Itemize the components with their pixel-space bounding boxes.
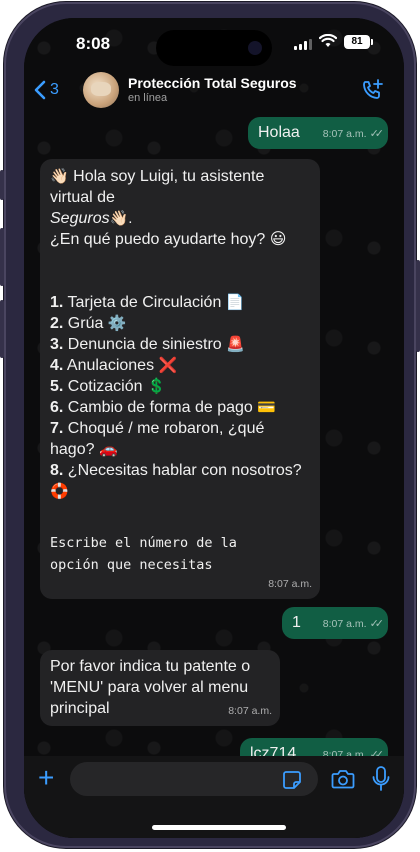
message-time: 8:07 a.m.	[322, 128, 367, 140]
message-meta: 8:07 a.m.	[268, 574, 312, 595]
camera-icon[interactable]	[331, 768, 355, 795]
greeting-line-2: virtual de	[50, 189, 115, 206]
document-icon: 📄	[225, 294, 245, 311]
message-time: 8:07 a.m.	[268, 578, 312, 590]
wave-emoji-2: 👋🏻.	[109, 210, 133, 227]
siren-icon: 🚨	[226, 336, 245, 353]
front-camera	[248, 41, 262, 55]
car-icon: 🚗	[98, 441, 118, 458]
chat-header: 3 Protección Total Seguros en línea	[24, 70, 404, 116]
menu-option: 2. Grúa ⚙️	[50, 315, 127, 332]
plus-icon[interactable]: +	[38, 764, 54, 792]
menu-option: 3. Denuncia de siniestro 🚨	[50, 336, 245, 353]
contact-status: en línea	[128, 92, 168, 104]
dynamic-island	[156, 30, 272, 66]
phone-add-button[interactable]	[360, 78, 384, 107]
message-meta: 8:07 a.m.	[228, 701, 272, 722]
menu-option: 1. Tarjeta de Circulación 📄	[50, 294, 245, 311]
message-time: 8:07 a.m.	[228, 705, 272, 717]
action-button	[0, 170, 4, 200]
status-bar: 8:08 81	[24, 18, 404, 70]
unread-count: 3	[50, 81, 59, 98]
gear-icon: ⚙️	[107, 315, 127, 332]
battery-icon: 81	[344, 35, 373, 49]
menu-option: 7. Choqué / me robaron, ¿qué hago? 🚗	[50, 420, 265, 458]
read-ticks-icon: ✓✓	[369, 128, 385, 140]
outgoing-message[interactable]: 1 8:07 a.m. ✓✓	[282, 607, 388, 639]
wave-emoji: 👋🏻	[50, 168, 69, 185]
menu-option: 4. Anulaciones ❌	[50, 357, 178, 374]
greeting-line: 👋🏻 Hola soy Luigi, tu asistente	[50, 166, 310, 187]
message-text: 1	[292, 614, 301, 631]
menu-option: 8. ¿Necesitas hablar con nosotros? 🛟	[50, 462, 302, 500]
back-button[interactable]: 3	[34, 80, 59, 100]
input-bar: +	[24, 756, 404, 838]
credit-card-icon: 💳	[257, 399, 276, 416]
greeting-text: Hola soy Luigi, tu asistente	[73, 168, 265, 185]
message-meta: 8:07 a.m. ✓✓	[322, 124, 385, 145]
home-indicator[interactable]	[152, 825, 286, 830]
menu-option: 5. Cotización 💲	[50, 378, 166, 395]
lifebuoy-icon: 🛟	[50, 483, 69, 500]
volume-up-button	[0, 228, 4, 286]
company-name: Seguros	[50, 210, 110, 227]
chevron-left-icon	[34, 80, 46, 100]
phone-add-icon	[363, 79, 383, 99]
mic-icon[interactable]	[372, 766, 390, 797]
wifi-icon	[318, 33, 338, 53]
contact-name[interactable]: Protección Total Seguros	[128, 75, 297, 91]
incoming-message[interactable]: 👋🏻 Hola soy Luigi, tu asistente virtual …	[40, 159, 320, 599]
question-text: ¿En qué puedo ayudarte hoy? 😃	[50, 231, 287, 248]
status-time: 8:08	[76, 34, 111, 53]
avatar[interactable]	[83, 72, 119, 108]
incoming-message[interactable]: Por favor indica tu patente o 'MENU' par…	[40, 650, 280, 726]
volume-down-button	[0, 300, 4, 358]
outgoing-message[interactable]: Holaa 8:07 a.m. ✓✓	[248, 117, 388, 149]
dollar-icon: 💲	[146, 378, 166, 395]
instruction-text: Escribe el número de la opción que neces…	[50, 535, 237, 573]
screen: 8:08 81 3 Protección Total Seguros en lí…	[24, 18, 404, 838]
sticker-icon[interactable]	[282, 770, 302, 795]
message-input[interactable]	[70, 762, 318, 796]
cross-icon: ❌	[158, 357, 178, 374]
power-button	[416, 260, 420, 352]
message-text: Holaa	[258, 124, 300, 141]
message-meta: 8:07 a.m. ✓✓	[322, 614, 385, 635]
read-ticks-icon: ✓✓	[369, 618, 385, 630]
cellular-signal-icon	[294, 39, 312, 50]
phone-frame: 8:08 81 3 Protección Total Seguros en lí…	[0, 2, 420, 848]
message-time: 8:07 a.m.	[322, 618, 367, 630]
company-line: Seguros👋🏻.	[50, 208, 310, 229]
menu-option: 6. Cambio de forma de pago 💳	[50, 399, 276, 416]
